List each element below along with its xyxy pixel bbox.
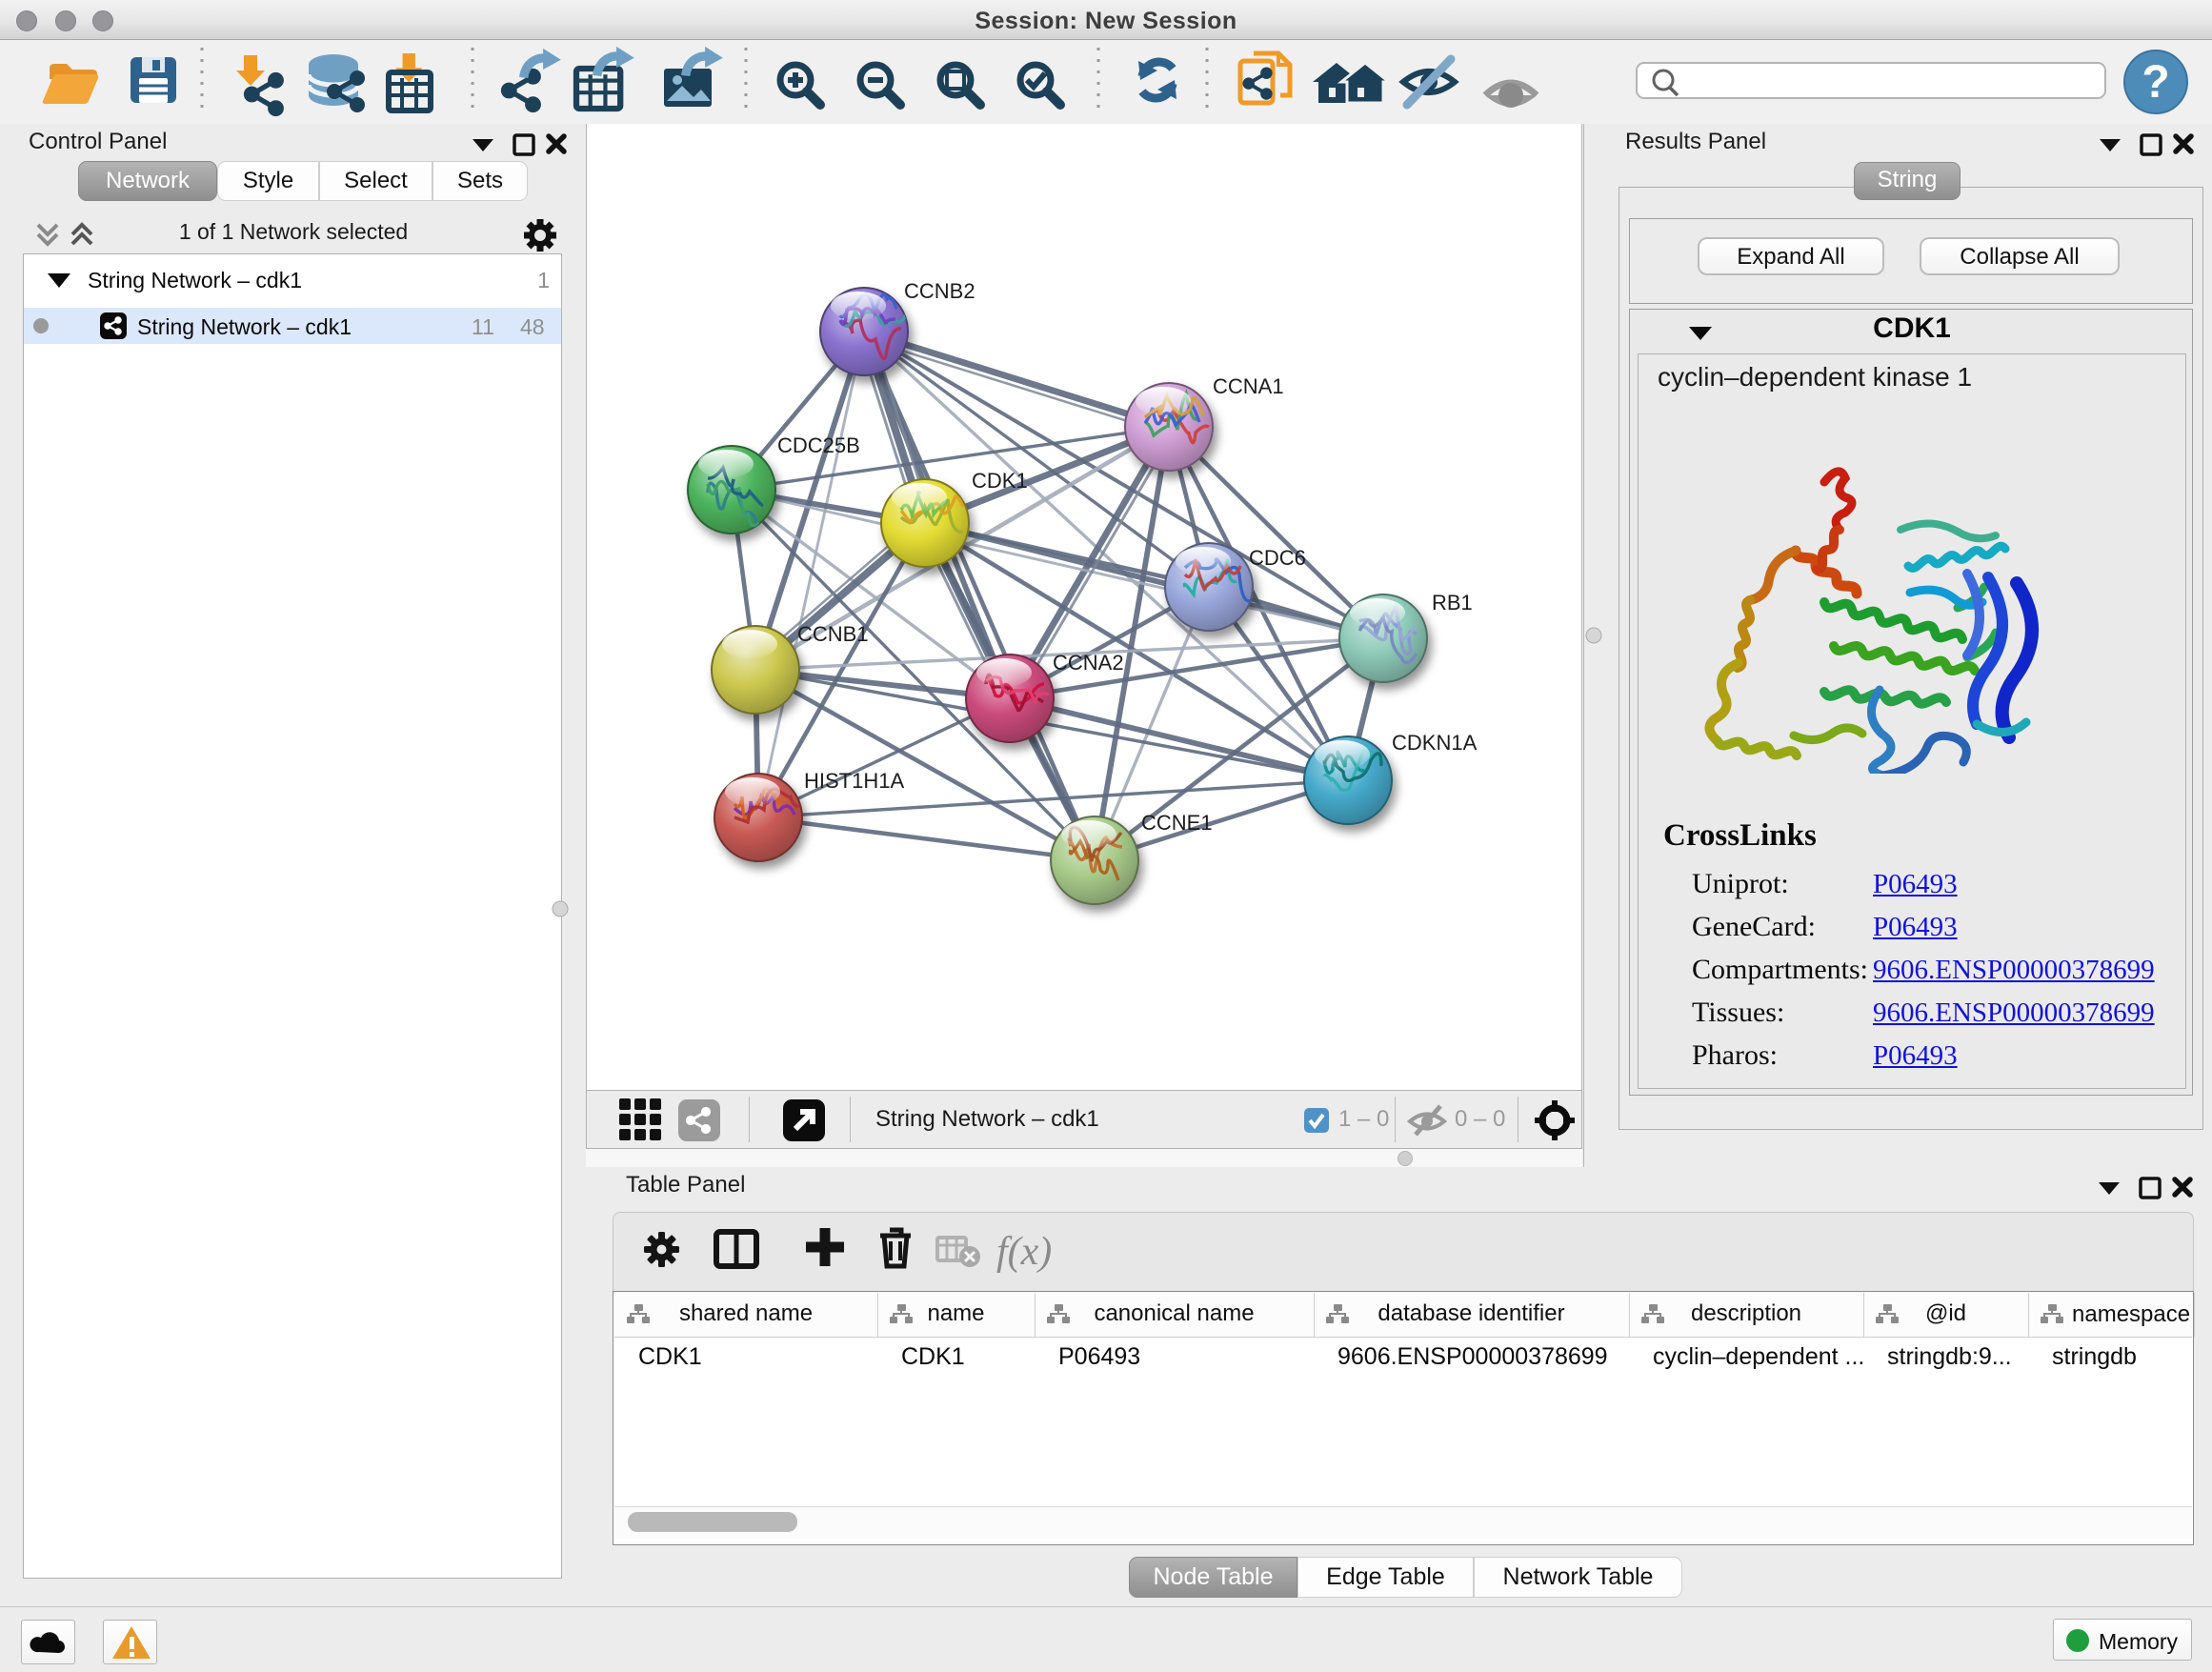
svg-text:?: ?	[2142, 57, 2169, 108]
svg-text:CDC6: CDC6	[1249, 546, 1306, 570]
svg-text:CCNA1: CCNA1	[1213, 374, 1284, 398]
svg-text:CDK1: CDK1	[972, 469, 1028, 493]
svg-text:CCNB2: CCNB2	[904, 279, 975, 303]
svg-text:f(x): f(x)	[996, 1230, 1052, 1274]
svg-text:CCNB1: CCNB1	[797, 622, 869, 646]
svg-text:CDKN1A: CDKN1A	[1392, 731, 1478, 755]
svg-text:CCNA2: CCNA2	[1053, 651, 1124, 675]
svg-text:RB1: RB1	[1432, 591, 1473, 614]
svg-text:CCNE1: CCNE1	[1141, 811, 1213, 835]
svg-text:CDC25B: CDC25B	[777, 433, 860, 457]
svg-text:HIST1H1A: HIST1H1A	[804, 769, 904, 793]
